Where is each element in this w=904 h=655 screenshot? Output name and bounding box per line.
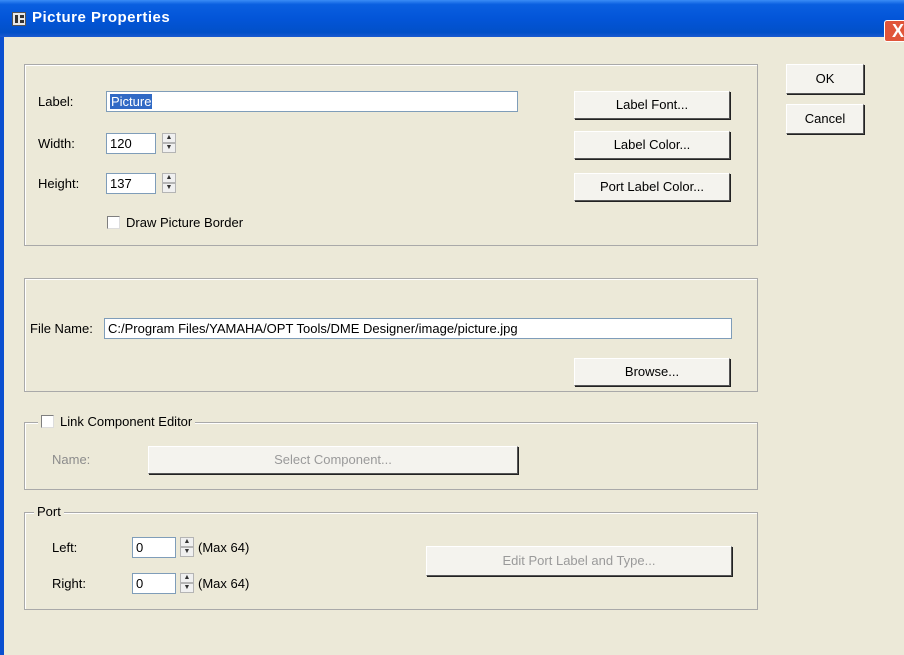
width-spinner[interactable]: ▲ ▼	[162, 133, 176, 154]
close-button[interactable]: X	[884, 20, 904, 42]
height-spinner[interactable]: ▲ ▼	[162, 173, 176, 194]
spin-down-icon: ▼	[162, 143, 176, 153]
select-component-button[interactable]: Select Component...	[148, 446, 518, 474]
port-left-spinner[interactable]: ▲ ▼	[180, 537, 194, 558]
spin-up-icon: ▲	[180, 537, 194, 547]
label-input[interactable]: Picture	[106, 91, 518, 112]
spin-up-icon: ▲	[162, 133, 176, 143]
port-right-input[interactable]: 0	[132, 573, 176, 594]
link-component-label: Link Component Editor	[60, 414, 193, 430]
browse-button[interactable]: Browse...	[574, 358, 730, 386]
window-frame	[0, 37, 4, 655]
width-caption: Width:	[38, 136, 75, 151]
title-bar: Picture Properties X	[0, 0, 904, 42]
spin-up-icon: ▲	[180, 573, 194, 583]
file-name-input[interactable]: C:/Program Files/YAMAHA/OPT Tools/DME De…	[104, 318, 732, 339]
port-label-color-button[interactable]: Port Label Color...	[574, 173, 730, 201]
right-max-caption: (Max 64)	[198, 576, 250, 591]
label-font-button[interactable]: Label Font...	[574, 91, 730, 119]
height-input[interactable]: 137	[106, 173, 156, 194]
draw-border-label: Draw Picture Border	[126, 215, 244, 230]
height-caption: Height:	[38, 176, 80, 191]
link-component-legend: Link Component Editor	[38, 413, 196, 431]
port-right-spinner[interactable]: ▲ ▼	[180, 573, 194, 594]
edit-port-button[interactable]: Edit Port Label and Type...	[426, 546, 732, 576]
right-caption: Right:	[52, 576, 86, 591]
name-caption: Name:	[52, 452, 91, 467]
port-legend: Port	[34, 504, 64, 519]
port-left-input[interactable]: 0	[132, 537, 176, 558]
cancel-button[interactable]: Cancel	[786, 104, 864, 134]
width-input[interactable]: 120	[106, 133, 156, 154]
spin-up-icon: ▲	[162, 173, 176, 183]
label-color-button[interactable]: Label Color...	[574, 131, 730, 159]
draw-border-checkbox[interactable]	[107, 216, 120, 229]
file-name-caption: File Name:	[30, 321, 93, 336]
spin-down-icon: ▼	[162, 183, 176, 193]
window-title: Picture Properties	[32, 9, 171, 26]
ok-button[interactable]: OK	[786, 64, 864, 94]
link-component-checkbox[interactable]	[41, 415, 54, 429]
spin-down-icon: ▼	[180, 547, 194, 557]
left-max-caption: (Max 64)	[198, 540, 250, 555]
label-caption: Label:	[38, 94, 74, 109]
app-icon	[12, 12, 26, 26]
spin-down-icon: ▼	[180, 583, 194, 593]
left-caption: Left:	[52, 540, 78, 555]
